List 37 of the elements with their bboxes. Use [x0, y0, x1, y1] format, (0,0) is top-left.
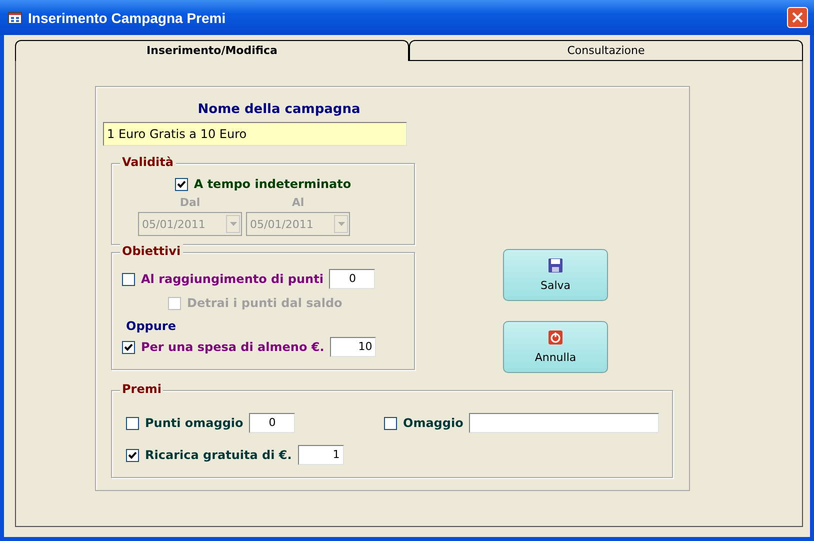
number-field[interactable]: 0: [249, 413, 296, 433]
checkbox-label: Detrai i punti dal saldo: [187, 296, 342, 310]
checkbox-label: Omaggio: [403, 416, 464, 430]
close-button[interactable]: [787, 7, 808, 28]
field-label: Nome della campagna: [196, 102, 362, 119]
section-label: Oppure: [126, 318, 177, 335]
checkbox[interactable]: [384, 416, 397, 430]
name-field[interactable]: 1 Euro Gratis a 10 Euro: [103, 122, 407, 146]
checkbox-label: Al raggiungimento di punti: [141, 272, 324, 286]
group-title: Obiettivi: [120, 244, 183, 258]
checkbox[interactable]: [174, 178, 188, 190]
form-icon: [8, 12, 22, 24]
checkbox-label: A tempo indeterminato: [194, 177, 352, 191]
power-icon: [548, 330, 563, 345]
checkbox-label: Per una spesa di almeno €.: [141, 340, 324, 354]
checkbox-label: Punti omaggio: [145, 416, 244, 430]
cancel-button[interactable]: Annulla: [503, 321, 608, 373]
checkbox[interactable]: [126, 448, 139, 462]
points-field[interactable]: 0: [329, 269, 376, 289]
amount-field[interactable]: 10: [330, 337, 376, 357]
group-title: Validità: [120, 155, 176, 169]
window-title: Inserimento Campagna Premi: [28, 10, 227, 26]
date-value: 05/01/2011: [249, 218, 314, 230]
close-icon: [792, 12, 803, 23]
tab[interactable]: Consultazione: [409, 40, 803, 61]
text-field[interactable]: [469, 413, 660, 433]
field-label: Al: [292, 196, 304, 211]
group-title: Premi: [120, 382, 164, 396]
checkbox[interactable]: [122, 272, 135, 286]
checkbox[interactable]: [122, 340, 135, 354]
checkbox[interactable]: [126, 416, 139, 430]
field-label: Dal: [180, 196, 200, 211]
save-button[interactable]: Salva: [503, 249, 608, 301]
checkbox-label: Ricarica gratuita di €.: [145, 448, 292, 462]
date-value: 05/01/2011: [141, 218, 206, 230]
number-field[interactable]: 1: [298, 445, 344, 465]
tab[interactable]: Inserimento/Modifica: [15, 40, 409, 61]
